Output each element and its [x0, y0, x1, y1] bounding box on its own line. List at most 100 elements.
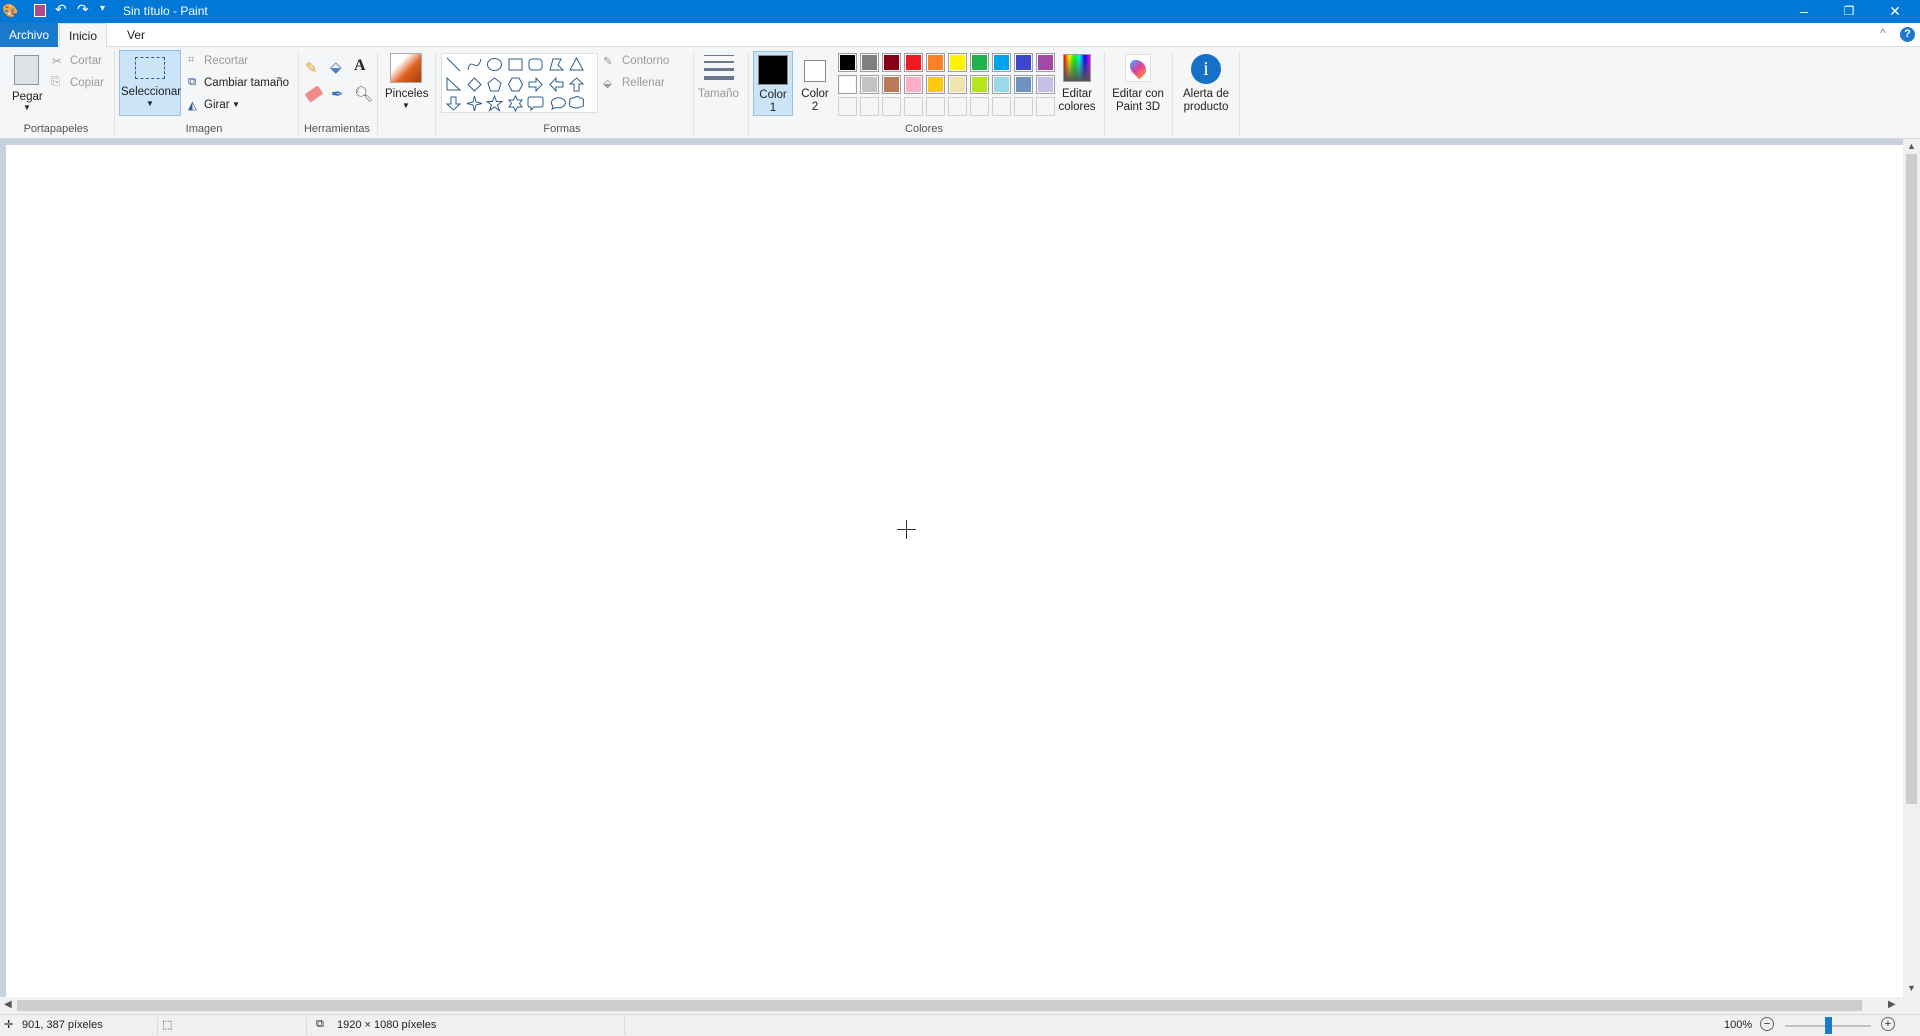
diamond-shape-icon[interactable]: [465, 75, 484, 94]
polygon-shape-icon[interactable]: [547, 55, 566, 74]
crop-button[interactable]: Recortar: [204, 55, 248, 67]
select-button[interactable]: Seleccionar ▼: [119, 50, 181, 116]
pencil-icon[interactable]: ✎: [305, 59, 318, 77]
text-icon[interactable]: A: [354, 57, 366, 75]
help-button[interactable]: ?: [1900, 27, 1915, 42]
palette-color-swatch[interactable]: [1036, 75, 1055, 94]
cut-button[interactable]: Cortar: [70, 55, 102, 67]
minimize-button[interactable]: –: [1781, 0, 1827, 23]
down-arrow-shape-icon[interactable]: [444, 94, 463, 113]
tab-ver[interactable]: Ver: [118, 23, 154, 47]
collapse-ribbon-button[interactable]: ^: [1880, 26, 1886, 40]
palette-color-swatch[interactable]: [948, 53, 967, 72]
group-label-image: Imagen: [185, 123, 223, 135]
four-point-star-shape-icon[interactable]: [465, 94, 484, 113]
palette-color-swatch[interactable]: [882, 53, 901, 72]
custom-color-slot[interactable]: [970, 97, 989, 116]
palette-color-swatch[interactable]: [926, 53, 945, 72]
custom-color-slot[interactable]: [1036, 97, 1055, 116]
vertical-scroll-thumb[interactable]: [1906, 154, 1917, 804]
close-button[interactable]: ✕: [1872, 0, 1918, 23]
fill-icon[interactable]: ⬙: [330, 58, 342, 76]
horizontal-scroll-thumb[interactable]: [17, 1000, 1862, 1011]
pentagon-shape-icon[interactable]: [485, 75, 504, 94]
copy-button[interactable]: Copiar: [70, 77, 104, 89]
cloud-callout-shape-icon[interactable]: [567, 94, 586, 113]
edit-colors-button[interactable]: Editar colores: [1058, 51, 1096, 117]
five-point-star-shape-icon[interactable]: [485, 94, 504, 113]
custom-color-slot[interactable]: [838, 97, 857, 116]
save-icon[interactable]: [34, 4, 46, 17]
palette-color-swatch[interactable]: [1014, 53, 1033, 72]
outline-button[interactable]: Contorno: [622, 55, 669, 67]
custom-color-slot[interactable]: [992, 97, 1011, 116]
custom-color-slot[interactable]: [860, 97, 879, 116]
brushes-button[interactable]: Pinceles ▼: [381, 50, 431, 116]
rounded-rectangle-shape-icon[interactable]: [526, 55, 545, 74]
paint-app-icon[interactable]: 🎨: [2, 3, 18, 19]
palette-color-swatch[interactable]: [1036, 53, 1055, 72]
rectangle-shape-icon[interactable]: [506, 55, 525, 74]
six-point-star-shape-icon[interactable]: [506, 94, 525, 113]
right-arrow-shape-icon[interactable]: [526, 75, 545, 94]
drawing-canvas[interactable]: [6, 145, 1903, 997]
paste-button[interactable]: Pegar ▼: [8, 49, 46, 115]
zoom-in-button[interactable]: +: [1881, 1017, 1895, 1031]
palette-color-swatch[interactable]: [904, 53, 923, 72]
custom-color-slot[interactable]: [1014, 97, 1033, 116]
color2-button[interactable]: Color 2: [796, 51, 834, 116]
oval-callout-shape-icon[interactable]: [547, 94, 566, 113]
curve-shape-icon[interactable]: [465, 55, 484, 74]
undo-icon[interactable]: ↶: [55, 1, 67, 18]
info-icon: i: [1191, 54, 1221, 84]
palette-color-swatch[interactable]: [970, 53, 989, 72]
size-button[interactable]: Tamaño: [698, 50, 740, 116]
palette-color-swatch[interactable]: [992, 75, 1011, 94]
fill-shape-button[interactable]: Rellenar: [622, 77, 665, 89]
product-alert-button[interactable]: i Alerta de producto: [1176, 51, 1236, 117]
up-arrow-shape-icon[interactable]: [567, 75, 586, 94]
custom-color-slot[interactable]: [948, 97, 967, 116]
palette-color-swatch[interactable]: [882, 75, 901, 94]
right-triangle-shape-icon[interactable]: [444, 75, 463, 94]
customize-qat-icon[interactable]: ▾: [100, 3, 105, 14]
palette-color-swatch[interactable]: [948, 75, 967, 94]
palette-color-swatch[interactable]: [970, 75, 989, 94]
clipboard-icon: [14, 55, 39, 85]
left-arrow-shape-icon[interactable]: [547, 75, 566, 94]
palette-color-swatch[interactable]: [860, 75, 879, 94]
palette-color-swatch[interactable]: [838, 53, 857, 72]
palette-color-swatch[interactable]: [1014, 75, 1033, 94]
palette-color-swatch[interactable]: [838, 75, 857, 94]
custom-color-slot[interactable]: [904, 97, 923, 116]
tab-inicio[interactable]: Inicio: [59, 23, 108, 48]
rounded-callout-shape-icon[interactable]: [526, 94, 545, 113]
fill-shape-icon: ⬙: [603, 78, 612, 90]
magnifier-icon[interactable]: 🔍︎: [354, 85, 373, 103]
edit-colors-label: Editar colores: [1058, 88, 1096, 113]
line-shape-icon[interactable]: [444, 55, 463, 74]
tab-archivo[interactable]: Archivo: [0, 23, 59, 47]
redo-icon[interactable]: ↷: [77, 1, 89, 18]
rotate-button[interactable]: Girar: [204, 99, 230, 111]
palette-color-swatch[interactable]: [904, 75, 923, 94]
palette-color-swatch[interactable]: [926, 75, 945, 94]
resize-button[interactable]: Cambiar tamaño: [204, 77, 289, 89]
edit-paint3d-button[interactable]: Editar con Paint 3D: [1108, 51, 1168, 117]
triangle-shape-icon[interactable]: [567, 55, 586, 74]
palette-color-swatch[interactable]: [992, 53, 1011, 72]
color1-button[interactable]: Color 1: [753, 51, 793, 116]
palette-color-swatch[interactable]: [860, 53, 879, 72]
zoom-out-button[interactable]: −: [1760, 1017, 1774, 1031]
eraser-icon[interactable]: [304, 85, 324, 103]
maximize-button[interactable]: ❐: [1826, 0, 1872, 23]
vertical-scrollbar[interactable]: ▲ ▼: [1903, 139, 1920, 997]
custom-color-slot[interactable]: [926, 97, 945, 116]
hexagon-shape-icon[interactable]: [506, 75, 525, 94]
horizontal-scrollbar[interactable]: ◀ ▶: [0, 997, 1903, 1014]
custom-color-slot[interactable]: [882, 97, 901, 116]
color-picker-icon[interactable]: ✒: [331, 85, 344, 103]
zoom-slider-thumb[interactable]: [1825, 1017, 1832, 1034]
rotate-icon: ◭: [188, 100, 197, 112]
oval-shape-icon[interactable]: [485, 55, 504, 74]
